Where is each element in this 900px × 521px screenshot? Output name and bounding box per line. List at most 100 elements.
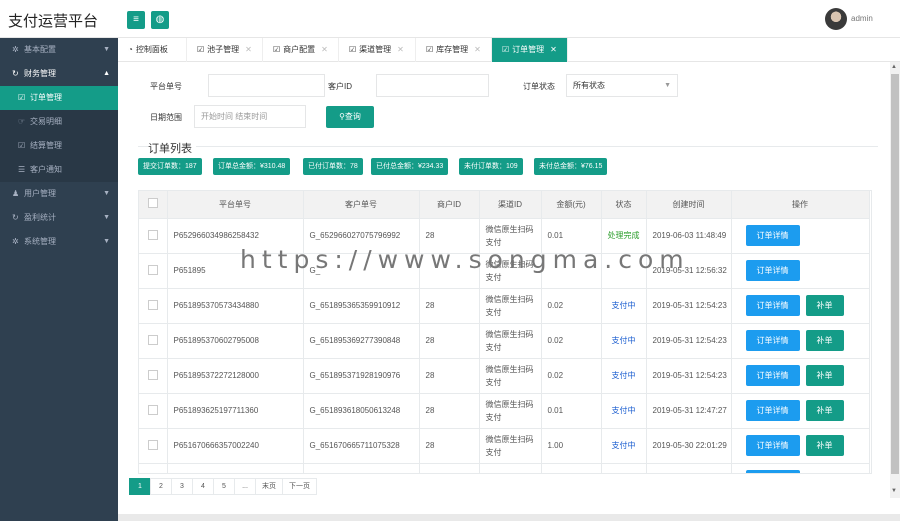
badge-paid-amount: 已付总金额：¥234.33 — [371, 158, 449, 175]
cell-order-no: P651895370602795008 — [167, 322, 304, 358]
tab-merchant[interactable]: ☑ 商户配置 ✕ — [263, 38, 339, 62]
cell-merchant-id: 28 — [419, 287, 480, 323]
order-detail-button[interactable]: 订单详情 — [745, 295, 800, 316]
page-button[interactable]: 3 — [171, 478, 193, 495]
close-icon[interactable]: ✕ — [474, 45, 481, 54]
close-icon[interactable]: ✕ — [397, 45, 404, 54]
col-actions: 操作 — [731, 191, 870, 218]
sidebar-item-label: 结算管理 — [30, 141, 62, 150]
order-detail-button[interactable]: 订单详情 — [745, 400, 800, 421]
cell-actions: 订单详情 — [731, 252, 870, 288]
tab-inventory[interactable]: ☑ 库存管理 ✕ — [416, 38, 492, 62]
page-button[interactable]: 1 — [129, 478, 151, 495]
menu-toggle-button[interactable]: ≡ — [127, 11, 145, 29]
row-select-cell — [139, 287, 168, 323]
scroll-down-icon[interactable]: ▼ — [891, 488, 897, 494]
query-button[interactable]: ⚲查询 — [326, 106, 374, 128]
checkbox-icon: ☑ — [197, 45, 205, 54]
sidebar-item-profit[interactable]: ↻ 盈利统计 ▼ — [0, 206, 118, 230]
cell-status: 支付中 — [601, 322, 647, 358]
cell-merchant-id: 28 — [419, 427, 480, 463]
cell-actions: 订单详情 补单 — [731, 322, 870, 358]
page-button[interactable]: ... — [234, 478, 256, 495]
col-status: 状态 — [601, 191, 647, 218]
tab-orders[interactable]: ☑ 订单管理 ✕ — [492, 38, 568, 62]
customer-id-input[interactable] — [376, 74, 489, 97]
row-select-cell — [139, 322, 168, 358]
sidebar-item-basic-config[interactable]: ✲ 基本配置 ▼ — [0, 38, 118, 62]
row-checkbox[interactable] — [147, 229, 158, 240]
cell-amount — [541, 462, 602, 473]
order-detail-button[interactable]: 订单详情 — [745, 365, 800, 386]
fill-order-button[interactable]: 补单 — [805, 435, 844, 456]
close-icon[interactable]: ✕ — [245, 45, 252, 54]
fill-order-button[interactable]: 补单 — [805, 330, 844, 351]
order-detail-button[interactable]: 订单详情 — [745, 225, 800, 246]
avatar[interactable] — [825, 8, 847, 30]
user-icon: ♟ — [12, 189, 20, 198]
page-button[interactable]: 下一页 — [282, 478, 317, 495]
order-detail-button[interactable]: 订单详情 — [745, 435, 800, 456]
date-range-input[interactable]: 开始时间 结束时间 — [194, 105, 306, 128]
sidebar-item-users[interactable]: ♟ 用户管理 ▼ — [0, 182, 118, 206]
cell-order-no: P651893625197711360 — [167, 392, 304, 428]
order-no-input[interactable] — [208, 74, 325, 97]
scrollbar-thumb[interactable] — [891, 74, 899, 474]
scroll-up-icon[interactable]: ▲ — [891, 64, 897, 70]
cell-created-time: 2019-05-31 12:47:27 — [646, 392, 732, 428]
sidebar-item-finance[interactable]: ↻ 财务管理 ▲ — [0, 62, 118, 86]
cell-order-no: P651895370573434880 — [167, 287, 304, 323]
globe-button[interactable]: ◍ — [151, 11, 169, 29]
sidebar-item-notify[interactable]: ☰ 客户通知 — [0, 158, 118, 182]
fill-order-button[interactable]: 补单 — [805, 400, 844, 421]
sidebar: ✲ 基本配置 ▼ ↻ 财务管理 ▲ ☑ 订单管理 ☞ 交易明细 ☑ 结算管理 ☰ 客户通知 ♟ 用… — [0, 38, 118, 521]
cell-actions: 订单详情 — [731, 217, 870, 253]
tab-pool[interactable]: ☑ 池子管理 ✕ — [187, 38, 263, 62]
select-all-checkbox[interactable] — [147, 198, 158, 209]
row-select-cell — [139, 392, 168, 428]
status-select[interactable]: 所有状态 ▼ — [566, 74, 678, 97]
row-checkbox[interactable] — [147, 404, 158, 415]
vertical-scrollbar[interactable]: ▲ ▼ — [890, 62, 900, 498]
sidebar-item-settlement[interactable]: ☑ 结算管理 — [0, 134, 118, 158]
select-all-cell — [139, 191, 168, 218]
fill-order-button[interactable]: 补单 — [805, 295, 844, 316]
row-checkbox[interactable] — [147, 334, 158, 345]
close-icon[interactable]: ✕ — [321, 45, 328, 54]
dashboard-icon: ◔ — [128, 45, 133, 54]
tab-dashboard[interactable]: ◔ 控制面板 — [118, 38, 187, 62]
row-checkbox[interactable] — [147, 439, 158, 450]
pagination: 1 2 3 4 5... 末页 下一页 — [129, 478, 317, 495]
customer-id-label: 客户ID — [328, 82, 352, 91]
sidebar-item-label: 订单管理 — [30, 93, 62, 102]
order-detail-button[interactable]: 订单详情 — [745, 260, 800, 281]
col-customer-no: 客户单号 — [303, 191, 420, 218]
page-button[interactable]: 2 — [150, 478, 172, 495]
checkbox-icon: ☑ — [426, 45, 434, 54]
order-detail-button[interactable]: 订单详情 — [745, 330, 800, 351]
chevron-up-icon: ▲ — [103, 70, 110, 77]
fill-order-button[interactable]: 补单 — [805, 365, 844, 386]
user-name[interactable]: admin — [851, 14, 873, 23]
table-row: 微信原生扫 2019-05-30 订单详情 — [139, 462, 870, 473]
sidebar-item-label: 盈利统计 — [24, 213, 56, 222]
cell-customer-no: G_651895371928190976 — [303, 357, 420, 393]
row-checkbox[interactable] — [147, 299, 158, 310]
row-checkbox[interactable] — [147, 264, 158, 275]
page-button[interactable]: 4 — [192, 478, 214, 495]
row-checkbox[interactable] — [147, 369, 158, 380]
order-no-label: 平台单号 — [150, 82, 182, 91]
order-detail-button[interactable]: 订单详情 — [745, 470, 800, 473]
page-button[interactable]: 末页 — [255, 478, 283, 495]
refresh-icon: ↻ — [12, 69, 19, 78]
page-button[interactable]: 5 — [213, 478, 235, 495]
cell-actions: 订单详情 补单 — [731, 357, 870, 393]
tab-channel[interactable]: ☑ 渠道管理 ✕ — [339, 38, 416, 62]
close-icon[interactable]: ✕ — [550, 45, 557, 54]
sidebar-item-orders[interactable]: ☑ 订单管理 — [0, 86, 118, 110]
sidebar-item-system[interactable]: ✲ 系统管理 ▼ — [0, 230, 118, 254]
cell-actions: 订单详情 补单 — [731, 392, 870, 428]
sidebar-item-transactions[interactable]: ☞ 交易明细 — [0, 110, 118, 134]
table-row: P651893625197711360 G_651893618050613248 2… — [139, 392, 870, 428]
row-select-cell — [139, 252, 168, 288]
